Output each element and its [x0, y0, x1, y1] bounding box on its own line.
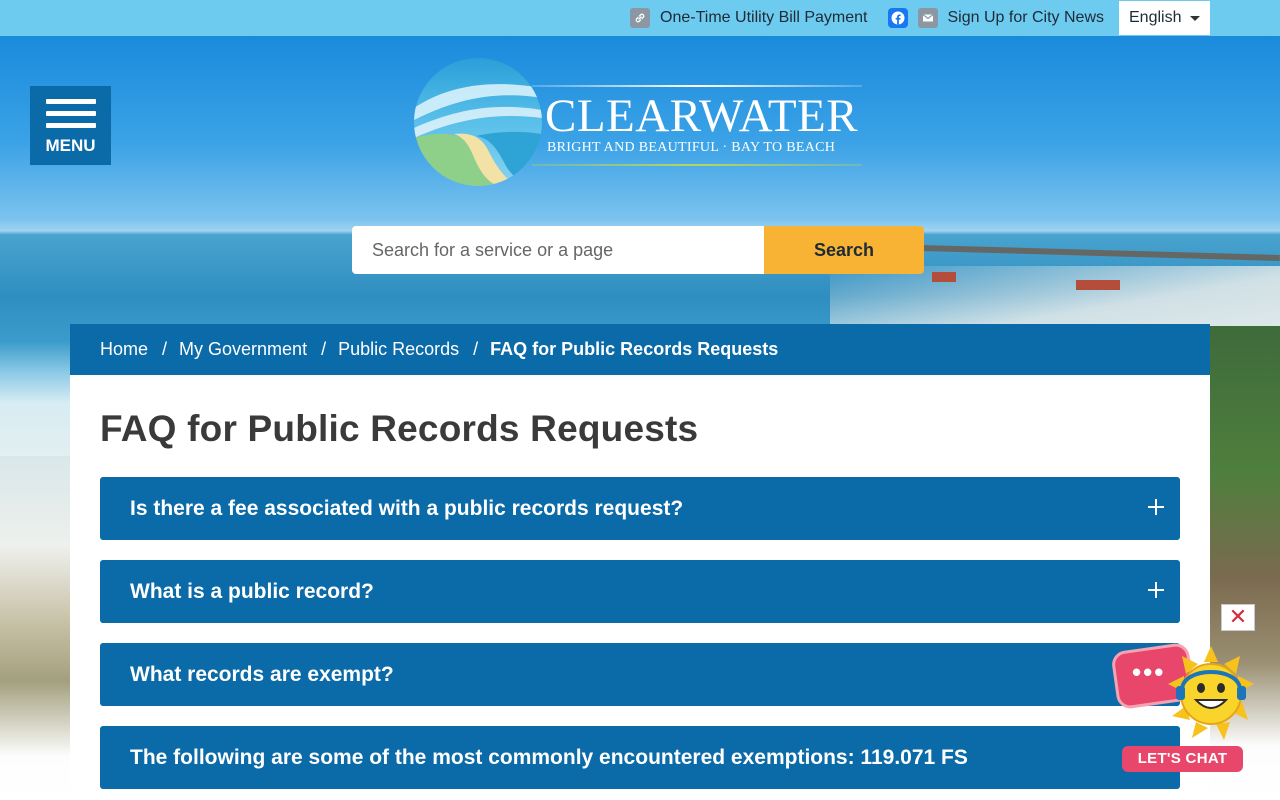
utility-bill-payment-label: One-Time Utility Bill Payment — [660, 9, 868, 26]
link-icon — [630, 8, 651, 28]
plus-icon — [1148, 499, 1164, 515]
faq-item-fee[interactable]: Is there a fee associated with a public … — [100, 477, 1180, 540]
chevron-down-icon — [1190, 16, 1200, 21]
faq-question: What is a public record? — [130, 579, 374, 603]
chat-dots: ••• — [1132, 657, 1166, 687]
shoreline-background — [0, 456, 70, 756]
faq-question: The following are some of the most commo… — [130, 745, 968, 769]
pier-hut-image — [932, 272, 956, 282]
language-selected-value: English — [1129, 9, 1182, 26]
facebook-icon — [887, 8, 908, 28]
logo-wordmark: CLEARWATER — [545, 90, 859, 142]
faq-item-exemptions[interactable]: The following are some of the most commo… — [100, 726, 1180, 789]
breadcrumb-current: FAQ for Public Records Requests — [490, 339, 779, 359]
facebook-link[interactable] — [887, 8, 918, 28]
sun-mascot-icon — [1168, 646, 1254, 740]
faq-question: Is there a fee associated with a public … — [130, 496, 684, 520]
logo-tagline: BRIGHT AND BEAUTIFUL · BAY TO BEACH — [547, 140, 836, 155]
breadcrumb-home[interactable]: Home — [100, 339, 148, 360]
chat-widget[interactable]: ••• LET'S CHAT — [1110, 640, 1260, 780]
logo-emblem-icon — [414, 58, 542, 186]
menu-label: MENU — [45, 136, 96, 155]
breadcrumb: Home / My Government / Public Records / … — [70, 324, 1210, 375]
breadcrumb-separator: / — [473, 339, 479, 359]
mail-icon — [917, 8, 938, 28]
city-news-signup-link[interactable]: Sign Up for City News — [917, 8, 1105, 28]
breadcrumb-my-government[interactable]: My Government — [179, 339, 307, 360]
menu-button[interactable]: MENU — [30, 86, 111, 165]
pier-pavilion-image — [1076, 280, 1120, 290]
faq-question: What records are exempt? — [130, 662, 394, 686]
faq-item-exempt[interactable]: What records are exempt? — [100, 643, 1180, 706]
search-input[interactable] — [352, 226, 764, 274]
hamburger-icon — [45, 99, 96, 135]
language-select[interactable]: English — [1119, 1, 1210, 35]
site-search: Search — [352, 226, 924, 274]
page-title: FAQ for Public Records Requests — [100, 408, 699, 449]
utility-bar: One-Time Utility Bill Payment Sign Up fo… — [0, 0, 1280, 36]
logo-divider — [532, 164, 862, 166]
utility-bill-payment-link[interactable]: One-Time Utility Bill Payment — [630, 8, 868, 28]
content-card: Home / My Government / Public Records / … — [70, 324, 1210, 800]
chat-close-button[interactable]: ✕ — [1221, 604, 1255, 631]
city-news-signup-label: Sign Up for City News — [947, 9, 1105, 26]
logo-divider — [532, 85, 862, 87]
search-button[interactable]: Search — [764, 226, 924, 274]
breadcrumb-separator: / — [321, 339, 327, 359]
utility-links: One-Time Utility Bill Payment Sign Up fo… — [610, 0, 1210, 36]
lets-chat-label: LET'S CHAT — [1122, 746, 1243, 772]
city-logo[interactable]: CLEARWATER BRIGHT AND BEAUTIFUL · BAY TO… — [414, 58, 864, 186]
breadcrumb-public-records[interactable]: Public Records — [338, 339, 459, 360]
breadcrumb-separator: / — [162, 339, 168, 359]
plus-icon — [1148, 582, 1164, 598]
faq-item-public-record[interactable]: What is a public record? — [100, 560, 1180, 623]
